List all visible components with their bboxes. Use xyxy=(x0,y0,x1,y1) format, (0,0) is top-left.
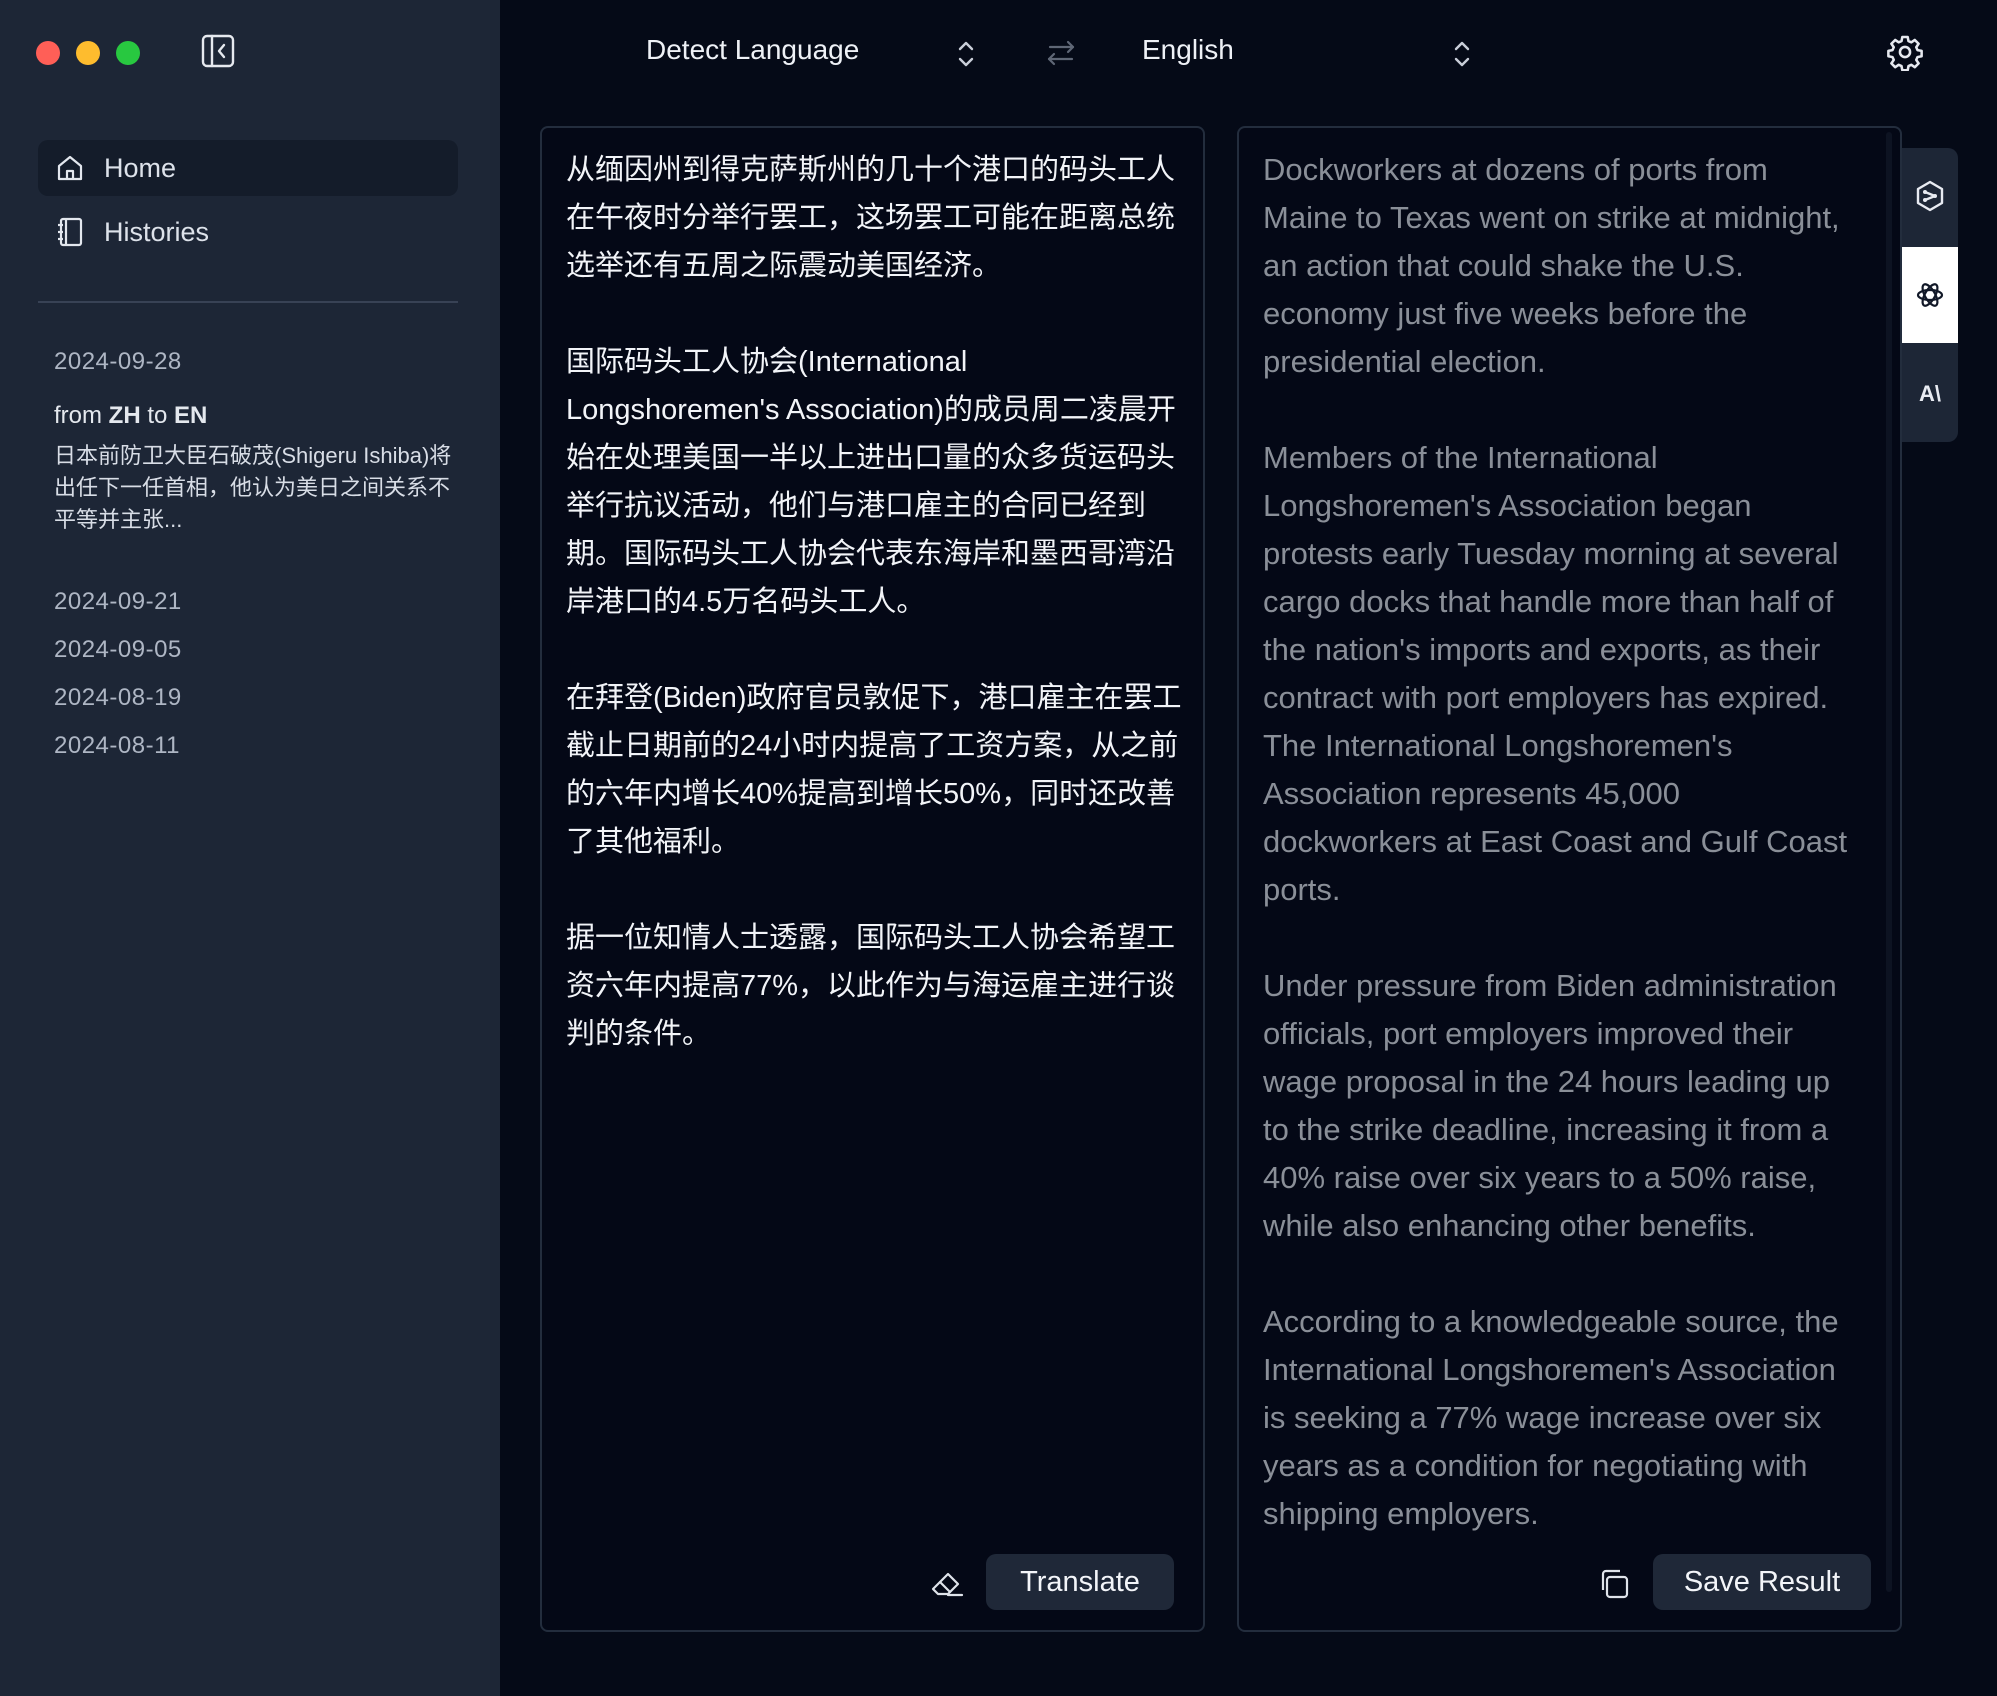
notebook-icon xyxy=(58,217,83,247)
translation-output: Dockworkers at dozens of ports from Main… xyxy=(1263,152,1848,1531)
source-lang-code: ZH xyxy=(108,402,141,429)
history-date-item[interactable]: 2024-09-05 xyxy=(54,626,454,674)
engine-selector: A\ xyxy=(1902,148,1958,442)
history-date-heading: 2024-09-28 xyxy=(54,348,182,375)
from-label: from xyxy=(54,402,102,429)
history-entry-title: from ZH to EN xyxy=(54,402,454,430)
zoom-window-button[interactable] xyxy=(116,41,140,65)
target-language-select[interactable]: English xyxy=(1142,34,1234,66)
translate-button[interactable]: Translate xyxy=(986,1554,1174,1610)
source-language-select[interactable]: Detect Language xyxy=(646,34,859,66)
gear-icon[interactable] xyxy=(1886,33,1924,71)
save-result-button[interactable]: Save Result xyxy=(1653,1554,1871,1610)
anthropic-icon: A\ xyxy=(1919,381,1941,406)
copy-icon[interactable] xyxy=(1596,1566,1632,1602)
chevron-updown-icon[interactable] xyxy=(952,36,980,72)
engine-anthropic[interactable]: A\ xyxy=(1902,346,1958,442)
source-panel: 从缅因州到得克萨斯州的几十个港口的码头工人在午夜时分举行罢工，这场罢工可能在距离… xyxy=(540,126,1205,1632)
result-scrollbar[interactable] xyxy=(1886,132,1892,1592)
deepl-icon xyxy=(1916,180,1944,212)
window-controls xyxy=(36,41,140,65)
chevron-updown-icon[interactable] xyxy=(1448,36,1476,72)
history-entry[interactable]: from ZH to EN 日本前防卫大臣石破茂(Shigeru Ishiba)… xyxy=(54,402,454,536)
sidebar-nav: Home Histories xyxy=(38,140,458,268)
sidebar-item-label: Histories xyxy=(104,216,210,247)
sidebar-item-home[interactable]: Home xyxy=(38,140,458,196)
sidebar-toggle-icon[interactable] xyxy=(200,33,236,69)
history-date-list: 2024-09-21 2024-09-05 2024-08-19 2024-08… xyxy=(54,578,454,770)
sidebar: Home Histories 2024-09-28 from ZH to EN … xyxy=(0,0,500,1696)
engine-openai[interactable] xyxy=(1902,247,1958,343)
sidebar-divider xyxy=(38,301,458,303)
history-date-item[interactable]: 2024-09-21 xyxy=(54,578,454,626)
sidebar-item-histories[interactable]: Histories xyxy=(38,204,458,260)
history-date-item[interactable]: 2024-08-11 xyxy=(54,722,454,770)
close-window-button[interactable] xyxy=(36,41,60,65)
to-label: to xyxy=(147,402,168,429)
target-lang-code: EN xyxy=(174,402,208,429)
source-text-input[interactable]: 从缅因州到得克萨斯州的几十个港口的码头工人在午夜时分举行罢工，这场罢工可能在距离… xyxy=(566,146,1186,1058)
history-list: 2024-09-28 from ZH to EN 日本前防卫大臣石破茂(Shig… xyxy=(54,348,454,770)
engine-deepl[interactable] xyxy=(1902,148,1958,244)
home-icon xyxy=(57,155,83,181)
history-entry-preview: 日本前防卫大臣石破茂(Shigeru Ishiba)将出任下一任首相，他认为美日… xyxy=(54,443,452,532)
sidebar-item-label: Home xyxy=(104,152,177,183)
openai-icon xyxy=(1916,283,1944,307)
eraser-icon[interactable] xyxy=(928,1564,966,1602)
result-panel: Dockworkers at dozens of ports from Main… xyxy=(1237,126,1902,1632)
swap-languages-icon[interactable] xyxy=(1044,36,1078,70)
minimize-window-button[interactable] xyxy=(76,41,100,65)
history-date-item[interactable]: 2024-08-19 xyxy=(54,674,454,722)
